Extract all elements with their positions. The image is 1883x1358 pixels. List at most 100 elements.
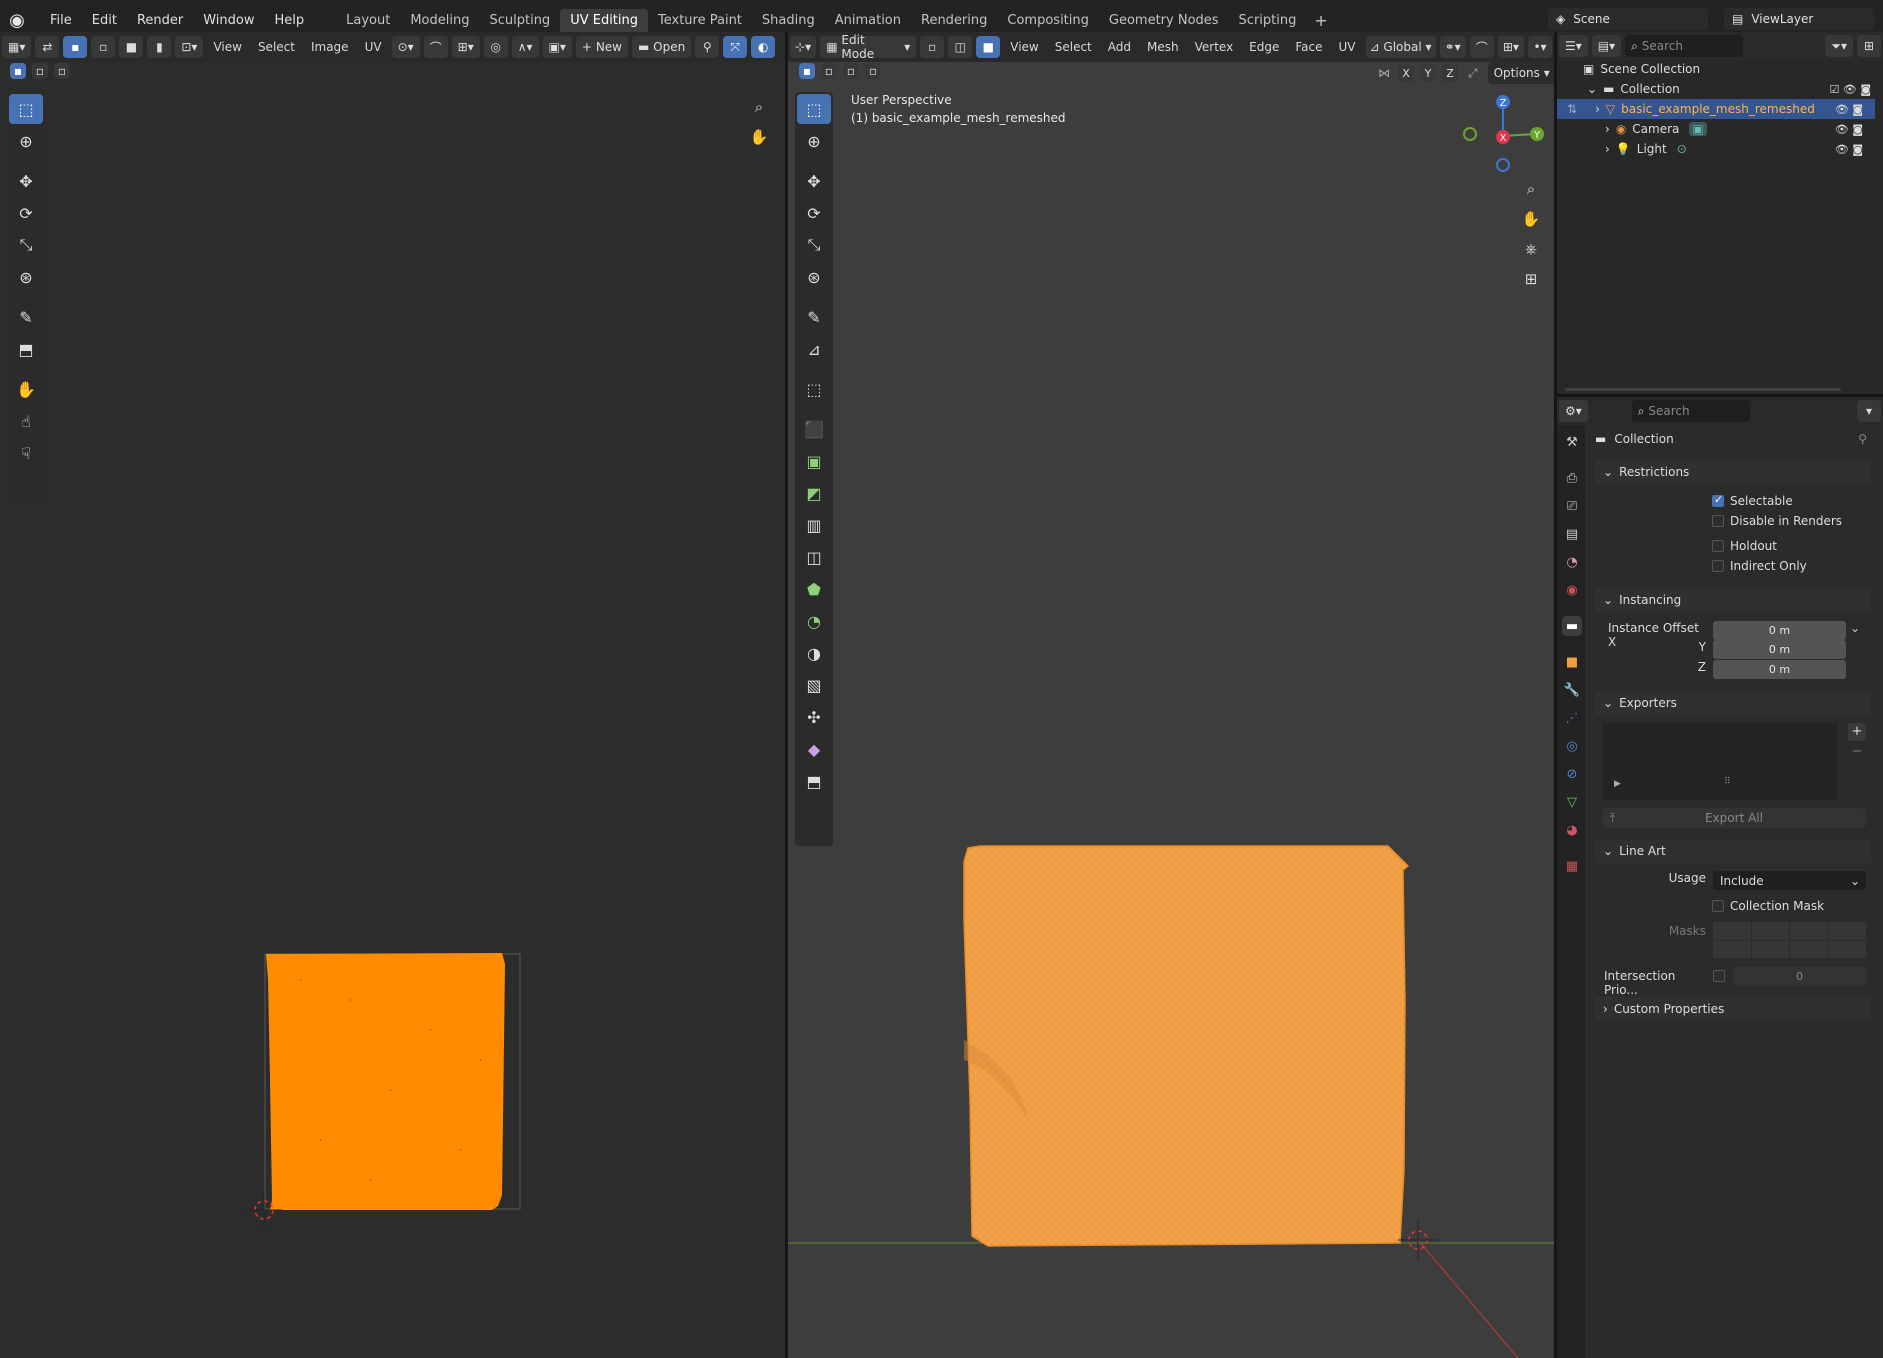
smooth-icon[interactable]: ◑ — [797, 638, 831, 668]
sync-selection-icon[interactable]: ⇄ — [35, 36, 60, 58]
pin-properties-icon[interactable]: ⚲ — [1858, 432, 1867, 446]
knife-icon[interactable]: ◫ — [797, 542, 831, 572]
vp-scale-icon[interactable]: ⤡ — [797, 230, 831, 260]
pivot-point-icon[interactable]: ⚭▾ — [1439, 36, 1466, 58]
transform-orientation[interactable]: ⊿ Global ▾ — [1365, 36, 1436, 58]
properties-options-icon[interactable]: ▾ — [1857, 400, 1881, 422]
select-extend-icon[interactable]: ▫ — [32, 63, 48, 79]
instancing-panel-header[interactable]: ⌄ Instancing — [1595, 588, 1871, 612]
tab-layout[interactable]: Layout — [336, 9, 400, 32]
camera-expand-icon[interactable]: › — [1605, 122, 1610, 136]
bevel-icon[interactable]: ◩ — [797, 478, 831, 508]
vp-rotate-icon[interactable]: ⟳ — [797, 198, 831, 228]
gizmo-neg-y-icon[interactable] — [1463, 127, 1477, 141]
light-data-icon[interactable]: ⊙ — [1677, 142, 1687, 156]
vp-zoom-icon[interactable]: ⌕ — [1518, 176, 1544, 202]
add-workspace-icon[interactable]: + — [1306, 11, 1335, 30]
vp-menu-add[interactable]: Add — [1100, 40, 1139, 54]
vp-move-icon[interactable]: ✥ — [797, 166, 831, 196]
face-mode-icon[interactable]: ■ — [976, 36, 1001, 58]
edge-slide-icon[interactable]: ▧ — [797, 670, 831, 700]
line-art-panel-header[interactable]: ⌄ Line Art — [1595, 839, 1871, 863]
vp-menu-mesh[interactable]: Mesh — [1139, 40, 1187, 54]
vp-transform-icon[interactable]: ⊛ — [797, 262, 831, 292]
intersection-priority-field[interactable]: 0 — [1733, 967, 1866, 986]
vp-snap-icon[interactable]: ⌒ — [1469, 36, 1494, 58]
tab-rendering[interactable]: Rendering — [911, 9, 997, 32]
object-tab-icon[interactable]: ■ — [1562, 652, 1582, 672]
outliner-scrollbar[interactable] — [1565, 388, 1841, 391]
new-collection-icon[interactable]: ⊞ — [1857, 35, 1881, 57]
properties-search[interactable]: ⌕ Search — [1631, 400, 1750, 422]
camera-data-icon[interactable]: ▣ — [1689, 122, 1707, 136]
proportional-edit-icon[interactable]: ◎ — [483, 36, 508, 58]
poly-build-icon[interactable]: ⬟ — [797, 574, 831, 604]
vp-pan-icon[interactable]: ✋ — [1518, 206, 1544, 232]
auto-merge-icon[interactable]: ⤢ — [1468, 66, 1478, 81]
tab-geometry-nodes[interactable]: Geometry Nodes — [1099, 9, 1229, 32]
vp-annotate-icon[interactable]: ✎ — [797, 302, 831, 332]
export-all-button[interactable]: ⤒ Export All — [1602, 808, 1866, 828]
disable-renders-checkbox[interactable]: Disable in Renders — [1712, 514, 1842, 528]
open-image-button[interactable]: ▬ Open — [632, 36, 692, 58]
scale-icon[interactable]: ⤡ — [9, 230, 43, 260]
particles-tab-icon[interactable]: ⋰ — [1562, 708, 1582, 728]
physics-tab-icon[interactable]: ◎ — [1562, 736, 1582, 756]
vp-menu-vertex[interactable]: Vertex — [1187, 40, 1242, 54]
menu-window[interactable]: Window — [193, 13, 264, 28]
vp-select-box-icon[interactable]: ⬚ — [797, 94, 831, 124]
mask-bit[interactable] — [1828, 922, 1866, 940]
uv-menu-uv[interactable]: UV — [357, 40, 390, 54]
menu-file[interactable]: File — [40, 13, 82, 28]
mask-bit[interactable] — [1790, 922, 1828, 940]
usage-dropdown[interactable]: Include ⌄ — [1713, 871, 1866, 890]
holdout-checkbox[interactable]: Holdout — [1712, 539, 1777, 553]
light-expand-icon[interactable]: › — [1605, 142, 1610, 156]
selectable-checkbox[interactable]: Selectable — [1712, 493, 1793, 508]
list-resize-handle-icon[interactable]: ⠿ — [1724, 777, 1731, 787]
rip-region-icon[interactable]: ⬒ — [797, 766, 831, 796]
mesh-visibility-icons[interactable]: 👁 ◙ — [1835, 103, 1863, 116]
uv-pan-icon[interactable]: ✋ — [746, 124, 772, 150]
collection-row[interactable]: ⌄ ▬ Collection ☑ 👁 ◙ — [1565, 79, 1875, 99]
exporters-panel-header[interactable]: ⌄ Exporters — [1595, 691, 1871, 715]
add-cube-icon[interactable]: ⬚ — [797, 374, 831, 404]
shrink-fatten-icon[interactable]: ✣ — [797, 702, 831, 732]
scene-collection-row[interactable]: ▣ Scene Collection — [1565, 59, 1875, 79]
uv-canvas[interactable] — [230, 940, 530, 1240]
filter-icon[interactable]: ⏷▾ — [1825, 35, 1853, 57]
vp-cursor-icon[interactable]: ⊕ — [797, 126, 831, 156]
island-select-icon[interactable]: ▮ — [147, 36, 172, 58]
mirror-z-toggle[interactable]: Z — [1442, 64, 1458, 82]
tab-scripting[interactable]: Scripting — [1229, 9, 1307, 32]
properties-editor-type-icon[interactable]: ⚙▾ — [1559, 400, 1588, 422]
camera-view-icon[interactable]: ⎈ — [1518, 236, 1544, 262]
measure-icon[interactable]: ⊿ — [797, 334, 831, 364]
outliner-editor-type-icon[interactable]: ☰▾ — [1559, 35, 1588, 57]
falloff-icon[interactable]: ∧▾ — [511, 36, 539, 58]
instance-offset-y-field[interactable]: 0 m — [1713, 640, 1846, 659]
vp-menu-edge[interactable]: Edge — [1241, 40, 1287, 54]
pinch-icon[interactable]: ☟ — [9, 438, 43, 468]
relax-icon[interactable]: ☝ — [9, 406, 43, 436]
ortho-toggle-icon[interactable]: ⊞ — [1518, 266, 1544, 292]
mode-selector[interactable]: ▦ Edit Mode ▾ — [820, 33, 917, 61]
vp-menu-select[interactable]: Select — [1047, 40, 1100, 54]
restrictions-panel-header[interactable]: ⌄ Restrictions — [1595, 460, 1871, 484]
viewport-scene[interactable] — [788, 800, 1554, 1358]
vp-snap-target-icon[interactable]: ⊞▾ — [1497, 36, 1525, 58]
texture-tab-icon[interactable]: ▦ — [1562, 856, 1582, 876]
shear-icon[interactable]: ◆ — [797, 734, 831, 764]
navigation-gizmo[interactable]: Z Y X — [1455, 92, 1545, 172]
outliner-item-camera[interactable]: › ◉ Camera ▣ 👁 ◙ — [1557, 119, 1875, 139]
mask-bit[interactable] — [1713, 922, 1751, 940]
extrude-icon[interactable]: ⬛ — [797, 414, 831, 444]
mask-bit[interactable] — [1751, 922, 1789, 940]
select-subtract-icon[interactable]: ▫ — [54, 63, 70, 79]
exporters-expand-icon[interactable]: ▶ — [1614, 779, 1621, 789]
render-tab-icon[interactable]: ⎙ — [1562, 468, 1582, 488]
outliner-item-mesh[interactable]: ⇅ › ▽ basic_example_mesh_remeshed 👁 ◙ — [1557, 99, 1875, 119]
remove-exporter-icon[interactable]: − — [1848, 743, 1866, 761]
tab-compositing[interactable]: Compositing — [997, 9, 1099, 32]
cursor-icon[interactable]: ⊕ — [9, 126, 43, 156]
